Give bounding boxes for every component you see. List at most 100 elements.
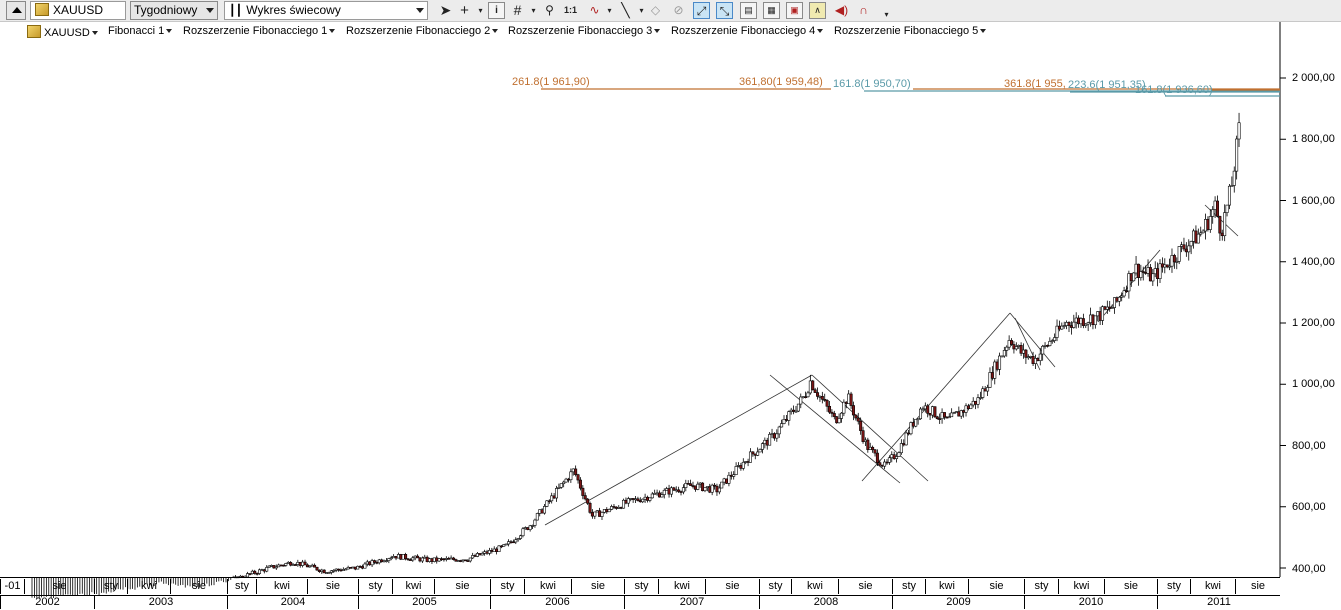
candle	[593, 511, 597, 520]
candle-body	[708, 486, 712, 493]
compare-icon[interactable]: ▦	[763, 2, 780, 19]
candle-body	[466, 560, 470, 562]
candle-body	[569, 471, 573, 481]
year-label: 2004	[227, 595, 358, 609]
candle-body	[801, 396, 805, 398]
candle	[301, 559, 305, 568]
candle	[351, 566, 355, 569]
candle-body	[986, 387, 990, 392]
candle-body	[832, 413, 836, 417]
shift-chart-icon[interactable]: ⤡	[716, 2, 733, 19]
crosshair-icon[interactable]: +	[456, 2, 473, 19]
sound-icon[interactable]: ◀)	[833, 2, 850, 19]
auto-scroll-icon[interactable]: ⤢	[693, 2, 710, 19]
candle-body	[1225, 204, 1229, 213]
magnet-icon[interactable]: ∩	[855, 2, 872, 19]
candle-body	[456, 560, 460, 562]
clear-icon[interactable]: ⊘	[670, 2, 687, 19]
candle-body	[1108, 306, 1112, 309]
candle-body	[562, 481, 566, 484]
candle	[461, 559, 465, 563]
candle	[332, 569, 336, 573]
collapse-up-icon[interactable]	[6, 1, 26, 20]
candle	[796, 403, 800, 413]
candle	[957, 406, 961, 417]
candle	[942, 412, 946, 420]
eraser-icon[interactable]: ◇	[647, 2, 664, 19]
candle	[1012, 341, 1016, 354]
candle	[380, 558, 384, 563]
candle	[801, 396, 805, 399]
candle-body	[428, 558, 432, 562]
expert-icon[interactable]: ∧	[809, 2, 826, 19]
candle	[452, 556, 456, 561]
menu-fib-extension-5[interactable]: Rozszerzenie Fibonacciego 5	[834, 25, 987, 37]
zoom-icon[interactable]: ⚲	[541, 2, 558, 19]
toolbar: XAUUSD Tygodniowy ┃┃ Wykres świecowy ➤ + …	[0, 0, 1341, 22]
menu-fib-extension-3[interactable]: Rozszerzenie Fibonacciego 3	[508, 25, 661, 37]
candle	[665, 486, 669, 491]
candle-body	[1146, 267, 1150, 274]
one-to-one-button[interactable]: 1:1	[562, 2, 579, 19]
candle-body	[828, 405, 832, 413]
candle-body	[380, 559, 384, 562]
price-axis-label: 800,00	[1292, 440, 1326, 452]
info-icon[interactable]: i	[488, 2, 505, 19]
candle-body	[600, 512, 604, 517]
candle-body	[763, 439, 767, 444]
candle-body	[289, 562, 293, 566]
candle-body	[787, 411, 791, 421]
chart-type-select[interactable]: ┃┃ Wykres świecowy	[224, 1, 428, 20]
trendline-icon[interactable]: ╲	[617, 2, 634, 19]
candle	[708, 483, 712, 494]
alert-icon[interactable]: ▣	[786, 2, 803, 19]
candle	[389, 555, 393, 561]
candle	[260, 568, 264, 571]
chevron-down-icon[interactable]: ▾	[525, 2, 542, 19]
grid-icon[interactable]: #	[509, 2, 526, 19]
candle-body	[478, 553, 482, 556]
candle	[1127, 270, 1131, 299]
candle-body	[384, 560, 388, 562]
candle-body	[504, 543, 508, 546]
candle	[626, 496, 630, 507]
menu-fibonacci-1[interactable]: Fibonacci 1	[108, 25, 173, 37]
candle	[988, 367, 992, 389]
chevron-down-icon[interactable]: ▾	[601, 2, 618, 19]
menu-symbol[interactable]: XAUUSD	[27, 25, 98, 39]
candle-body	[653, 493, 657, 495]
candle	[990, 366, 994, 381]
candle-body	[463, 559, 467, 562]
candle	[365, 559, 369, 567]
cursor-icon[interactable]: ➤	[437, 2, 454, 19]
candle-body	[1182, 244, 1186, 250]
more-icon[interactable]: ▾	[878, 6, 895, 23]
chevron-down-icon[interactable]: ▾	[472, 2, 489, 19]
candle-body	[1036, 358, 1040, 361]
candle-body	[1021, 349, 1025, 354]
candle	[1225, 204, 1229, 217]
candle	[1144, 265, 1148, 275]
candle-body	[732, 474, 736, 477]
candle	[607, 508, 611, 513]
candle-body	[775, 433, 779, 439]
symbol-field[interactable]: XAUUSD	[30, 1, 126, 20]
candle	[976, 394, 980, 409]
candle	[571, 468, 575, 476]
interval-select[interactable]: Tygodniowy	[130, 1, 218, 20]
template-icon[interactable]: ▤	[740, 2, 757, 19]
menu-fib-extension-2[interactable]: Rozszerzenie Fibonacciego 2	[346, 25, 499, 37]
candle-body	[758, 449, 762, 453]
trend-line	[861, 312, 1011, 482]
candle-body	[576, 474, 580, 481]
menu-fib-extension-1[interactable]: Rozszerzenie Fibonacciego 1	[183, 25, 336, 37]
candle	[847, 390, 851, 404]
candle-body	[552, 495, 556, 499]
candle	[428, 557, 432, 563]
candle	[672, 486, 676, 492]
candle	[1053, 333, 1057, 343]
candle-body	[983, 388, 987, 392]
menu-fib-extension-4[interactable]: Rozszerzenie Fibonacciego 4	[671, 25, 824, 37]
candle	[265, 565, 269, 573]
candle	[1072, 314, 1076, 329]
